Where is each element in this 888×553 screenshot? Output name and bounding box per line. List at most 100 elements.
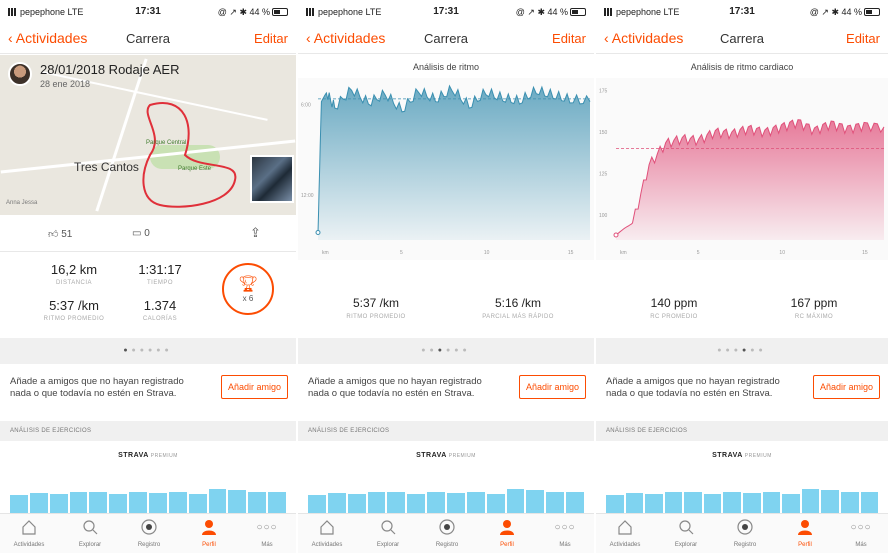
premium-logo: STRAVA PREMIUM <box>118 452 178 459</box>
chart-area <box>318 85 590 241</box>
stat-avg-pace: 5:37 /km RITMO PROMEDIO <box>346 296 406 320</box>
stat-distance: 16,2 km DISTANCIA <box>50 262 98 286</box>
tab-explore[interactable]: Explorar <box>659 514 713 548</box>
profile-icon <box>182 518 236 542</box>
edit-button[interactable]: Editar <box>552 31 586 46</box>
stat-max-hr: 167 ppm RC MÁXIMO <box>790 296 838 320</box>
page-indicator[interactable]: ●●●●●● <box>298 338 594 364</box>
add-friend-button[interactable]: Añadir amigo <box>812 375 880 399</box>
start-point <box>613 232 619 238</box>
premium-bar <box>188 494 207 514</box>
nav-title: Carrera <box>423 31 469 46</box>
premium-logo: STRAVA PREMIUM <box>416 452 476 459</box>
nav-title: Carrera <box>125 31 171 46</box>
tab-activities[interactable]: Actividades <box>598 514 652 548</box>
tab-more[interactable]: ○○○ Más <box>538 514 592 548</box>
premium-bar <box>526 489 545 514</box>
comment-count: 0 <box>144 228 150 239</box>
tab-record[interactable]: Registro <box>718 514 772 548</box>
premium-bar <box>840 492 859 514</box>
stat-calories: 1.374 CALORÍAS <box>142 298 178 322</box>
profile-icon <box>480 518 534 542</box>
premium-bar <box>723 492 742 514</box>
y-tick-label: 6:00 <box>301 103 311 109</box>
tab-activities[interactable]: Actividades <box>2 514 56 548</box>
stat-pace: 5:37 /km RITMO PROMEDIO <box>43 298 105 322</box>
battery-icon <box>272 8 288 16</box>
premium-bar <box>29 492 48 514</box>
tab-explore[interactable]: Explorar <box>63 514 117 548</box>
x-tick-label: km <box>620 250 627 256</box>
tab-bar: Actividades Explorar Registro Perfil ○○○… <box>298 513 594 553</box>
kudos-button[interactable]: 👍︎ 51 <box>48 228 72 240</box>
y-tick-label: 150 <box>599 130 608 136</box>
page-indicator[interactable]: ●●●●●● <box>596 338 888 364</box>
analysis-bars <box>308 480 585 514</box>
tab-profile[interactable]: Perfil <box>480 514 534 548</box>
premium-bar <box>427 492 446 514</box>
premium-bar <box>228 489 247 514</box>
social-bar: 👍︎ 51 ▭ 0 ⇪ <box>0 216 296 252</box>
premium-bar <box>308 495 326 514</box>
add-friend-button[interactable]: Añadir amigo <box>518 375 586 399</box>
pace-chart-svg: 6:00 12:00 km 5 10 15 <box>298 78 594 260</box>
edit-button[interactable]: Editar <box>846 31 880 46</box>
premium-bar <box>684 491 702 514</box>
premium-bar <box>69 491 88 514</box>
trophy-count: x 6 <box>242 294 254 303</box>
x-tick-label: 15 <box>568 250 574 256</box>
premium-bar <box>546 492 565 514</box>
premium-bar <box>801 488 820 514</box>
heart-rate-chart[interactable]: 175 150 125 100 km 5 10 15 <box>596 78 888 260</box>
share-icon[interactable]: ⇪ <box>250 225 261 241</box>
analysis-header: ANÁLISIS DE EJERCICIOS <box>596 421 888 441</box>
avatar[interactable] <box>8 62 32 86</box>
page-indicator[interactable]: ●●●●●● <box>0 338 296 364</box>
status-bar: pepephone LTE 17:31 @ ↗ ✱ 44 % <box>298 0 594 22</box>
invite-text: Añade a amigos que no hayan registrado n… <box>10 376 184 399</box>
achievements-badge[interactable]: 🏆︎ x 6 <box>222 263 274 315</box>
x-tick-label: 10 <box>779 250 785 256</box>
premium-bar <box>625 492 644 514</box>
edit-button[interactable]: Editar <box>254 31 288 46</box>
tab-bar: Actividades Explorar Registro Perfil ○○○… <box>0 513 296 553</box>
map-poi-label: Parque Este <box>178 166 212 172</box>
premium-bar <box>762 491 781 514</box>
premium-logo: STRAVA PREMIUM <box>712 452 772 459</box>
tab-more[interactable]: ○○○ Más <box>834 514 888 548</box>
tab-profile[interactable]: Perfil <box>778 514 832 548</box>
tab-explore[interactable]: Explorar <box>361 514 415 548</box>
premium-bar <box>347 493 366 514</box>
x-tick-label: km <box>322 250 329 256</box>
premium-bar <box>49 493 68 514</box>
premium-bar <box>821 489 839 514</box>
nav-bar: ‹ Actividades Carrera Editar <box>596 22 888 54</box>
activity-photo[interactable] <box>250 155 294 203</box>
map-town-label: Tres Cantos <box>74 160 139 174</box>
tab-activities[interactable]: Actividades <box>300 514 354 548</box>
screen-pace-analysis: pepephone LTE 17:31 @ ↗ ✱ 44 % ‹ Activid… <box>298 0 594 553</box>
status-right: @ ↗ ✱ 44 % <box>809 7 862 17</box>
x-tick-label: 5 <box>400 250 403 256</box>
tab-record[interactable]: Registro <box>122 514 176 548</box>
tab-profile[interactable]: Perfil <box>182 514 236 548</box>
status-bar: pepephone LTE 17:31 @ ↗ ✱ 44 % <box>0 0 296 22</box>
chart-title: Análisis de ritmo <box>412 62 480 72</box>
add-friend-button[interactable]: Añadir amigo <box>220 375 288 399</box>
tab-more[interactable]: ○○○ Más <box>240 514 294 548</box>
stat-fastest-split: 5:16 /km PARCIAL MÁS RÁPIDO <box>482 296 554 320</box>
premium-bar <box>367 491 386 514</box>
premium-bar <box>782 494 800 514</box>
premium-bar <box>703 494 722 514</box>
premium-bar <box>506 488 525 514</box>
analysis-bars <box>606 480 879 514</box>
premium-bar <box>664 491 683 514</box>
tab-record[interactable]: Registro <box>420 514 474 548</box>
pace-chart[interactable]: 6:00 12:00 km 5 10 15 <box>298 78 594 260</box>
status-right: @ ↗ ✱ 44 % <box>515 7 568 17</box>
y-tick-label: 12:00 <box>301 193 314 199</box>
premium-bar <box>606 495 624 514</box>
comments-button[interactable]: ▭ 0 <box>132 228 150 239</box>
premium-bar <box>387 491 406 514</box>
analysis-bars <box>10 480 287 514</box>
